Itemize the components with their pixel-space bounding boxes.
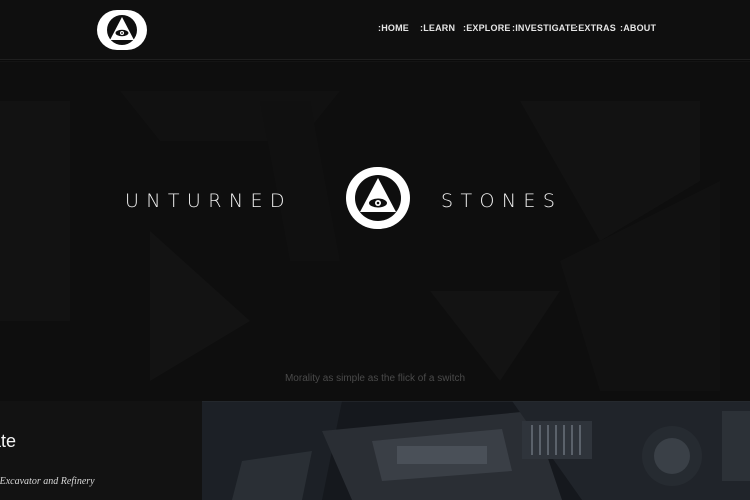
nav-about[interactable]: :ABOUT — [620, 23, 656, 33]
hero-section: UNTURNED STONES Morality as simple as th… — [0, 61, 750, 401]
nav-explore[interactable]: :EXPLORE — [463, 23, 511, 33]
feature-card[interactable]: ate strial Excavator and Refinery — [0, 401, 202, 500]
hero-tagline: Morality as simple as the flick of a swi… — [284, 373, 466, 384]
nav-home[interactable]: :HOME — [378, 23, 409, 33]
nav-extras[interactable]: :EXTRAS — [575, 23, 616, 33]
feature-image[interactable] — [202, 401, 750, 500]
nav-investigate[interactable]: :INVESTIGATE — [512, 23, 577, 33]
brand-name-left: UNTURNED — [125, 190, 292, 212]
nav-learn[interactable]: :LEARN — [420, 23, 455, 33]
machinery-illustration — [202, 401, 750, 500]
hero-background-pattern — [0, 61, 750, 401]
site-header: :HOME :LEARN :EXPLORE :INVESTIGATE :EXTR… — [0, 0, 750, 60]
eye-triangle-icon — [346, 167, 410, 229]
feature-section: ate strial Excavator and Refinery — [0, 401, 750, 500]
feature-subtitle: strial Excavator and Refinery — [0, 476, 95, 487]
main-nav: :HOME :LEARN :EXPLORE :INVESTIGATE :EXTR… — [0, 23, 750, 37]
feature-title: ate — [0, 431, 17, 451]
brand-name-right: STONES — [441, 190, 563, 212]
